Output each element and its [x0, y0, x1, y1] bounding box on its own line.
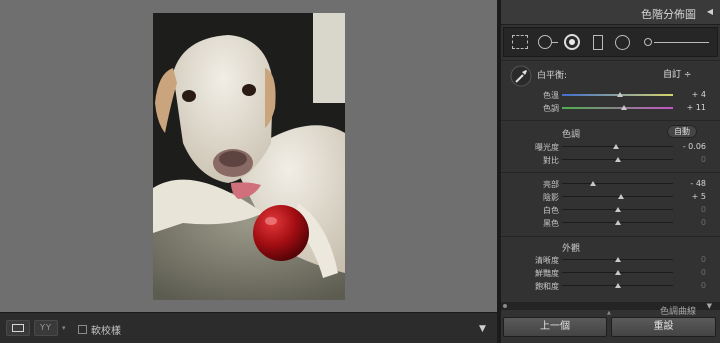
crop-icon[interactable] — [512, 35, 528, 49]
collapse-triangle-icon[interactable]: ◀ — [707, 7, 713, 16]
soft-proofing-toggle[interactable]: 軟校樣 — [78, 322, 121, 337]
auto-tone-button[interactable]: 自動 — [667, 125, 697, 138]
white_balance-slider-1-thumb[interactable] — [621, 105, 628, 110]
tone2-slider-3-value[interactable]: 0 — [701, 218, 706, 227]
histogram-header[interactable]: 色階分佈圖 ◀ — [501, 0, 720, 25]
presence-slider-0-value[interactable]: 0 — [701, 255, 706, 264]
presence-slider-1-thumb[interactable] — [614, 270, 621, 275]
before-after-caret-icon[interactable]: ▾ — [62, 324, 66, 332]
loupe-view-icon — [12, 324, 24, 332]
expand-triangle-icon[interactable]: ▼ — [707, 302, 712, 310]
tone2-slider-0-value[interactable]: - 48 — [690, 179, 706, 188]
panel-end-marker-icon: ▲ — [607, 310, 611, 316]
white-balance-select[interactable]: 自訂 ÷ — [663, 67, 691, 80]
white_balance-slider-0-thumb[interactable] — [616, 92, 623, 97]
white-balance-section: 白平衡: 自訂 ÷ 色溫 + 4 色調 + 11 — [501, 60, 720, 118]
previous-button[interactable]: 上一個 — [503, 317, 607, 337]
before-after-button[interactable]: YY — [34, 320, 58, 336]
develop-panel: 色階分佈圖 ◀ 白平衡: 自訂 ÷ 色溫 + 4 色調 + 11 色調 自動 曝光度 — [501, 0, 720, 343]
tone-title: 色調 — [562, 130, 581, 140]
presence-slider-2-value[interactable]: 0 — [701, 281, 706, 290]
tone2-slider-1-label: 陰影 — [543, 193, 559, 202]
dog-photo[interactable] — [153, 13, 345, 300]
white-balance-label: 白平衡: — [537, 71, 568, 81]
tone-section: 色調 自動 曝光度 - 0.06 對比 0 — [501, 120, 720, 170]
histogram-title: 色階分佈圖 — [641, 8, 696, 21]
spot-removal-tail — [552, 42, 558, 43]
preview-toolbar: YY ▾ 軟校樣 ▼ — [0, 312, 497, 343]
red-eye-icon[interactable] — [564, 34, 580, 50]
tone2-slider-0-label: 亮部 — [543, 180, 559, 189]
presence-title: 外觀 — [562, 244, 581, 254]
dog-photo-image — [153, 13, 345, 300]
presence-slider-1-value[interactable]: 0 — [701, 268, 706, 277]
white_balance-slider-1-track[interactable] — [562, 107, 673, 109]
presence-slider-2-thumb[interactable] — [614, 283, 621, 288]
presence-slider-2-label: 飽和度 — [535, 282, 559, 291]
graduated-filter-icon[interactable] — [593, 35, 603, 50]
toolbar-options-icon[interactable]: ▼ — [479, 324, 486, 334]
tone2-slider-2-label: 白色 — [543, 206, 559, 215]
adjustment-brush-icon[interactable] — [644, 38, 652, 46]
tone-slider-1-label: 對比 — [543, 156, 559, 165]
tone2-slider-3-label: 黑色 — [543, 219, 559, 228]
tone2-slider-0-thumb[interactable] — [590, 181, 597, 186]
loupe-view-button[interactable] — [6, 320, 30, 336]
tone-slider-0-label: 曝光度 — [535, 143, 559, 152]
eyedropper-icon[interactable] — [510, 65, 532, 87]
tone-slider-1-value[interactable]: 0 — [701, 155, 706, 164]
white_balance-slider-1-label: 色調 — [543, 104, 559, 113]
presence-slider-1-label: 鮮豔度 — [535, 269, 559, 278]
presence-section: 外觀 清晰度 0 鮮豔度 0 飽和度 0 — [501, 236, 720, 312]
presence-slider-0-label: 清晰度 — [535, 256, 559, 265]
highlights-shadows-section: 亮部 - 48 陰影 + 5 白色 0 黑色 0 — [501, 172, 720, 236]
tone2-slider-0-track[interactable] — [562, 183, 673, 184]
soft-proofing-checkbox[interactable] — [78, 325, 87, 334]
adjustment-brush-line — [654, 42, 709, 43]
tone2-slider-1-thumb[interactable] — [617, 194, 624, 199]
tone-curve-section-header[interactable]: 色調曲線 — [660, 304, 696, 317]
tone2-slider-2-value[interactable]: 0 — [701, 205, 706, 214]
basic-panel: 白平衡: 自訂 ÷ 色溫 + 4 色調 + 11 色調 自動 曝光度 - 0.06 對比 0… — [501, 60, 720, 312]
white_balance-slider-0-value[interactable]: + 4 — [692, 90, 706, 99]
tone-slider-1-thumb[interactable] — [614, 157, 621, 162]
white_balance-slider-0-label: 色溫 — [543, 91, 559, 100]
white_balance-slider-1-value[interactable]: + 11 — [687, 103, 706, 112]
tool-strip — [503, 27, 718, 57]
tone-slider-0-value[interactable]: - 0.06 — [683, 142, 706, 151]
photo-preview-area — [0, 0, 497, 312]
reset-button[interactable]: 重設 — [611, 317, 716, 337]
spot-removal-icon[interactable] — [538, 35, 552, 49]
radial-filter-icon[interactable] — [615, 35, 630, 50]
presence-slider-0-thumb[interactable] — [614, 257, 621, 262]
scrollbar-handle[interactable] — [503, 304, 507, 308]
soft-proofing-label: 軟校樣 — [91, 326, 121, 337]
tone-slider-0-thumb[interactable] — [613, 144, 620, 149]
tone2-slider-3-thumb[interactable] — [614, 220, 621, 225]
tone2-slider-2-thumb[interactable] — [614, 207, 621, 212]
tone2-slider-1-value[interactable]: + 5 — [692, 192, 706, 201]
